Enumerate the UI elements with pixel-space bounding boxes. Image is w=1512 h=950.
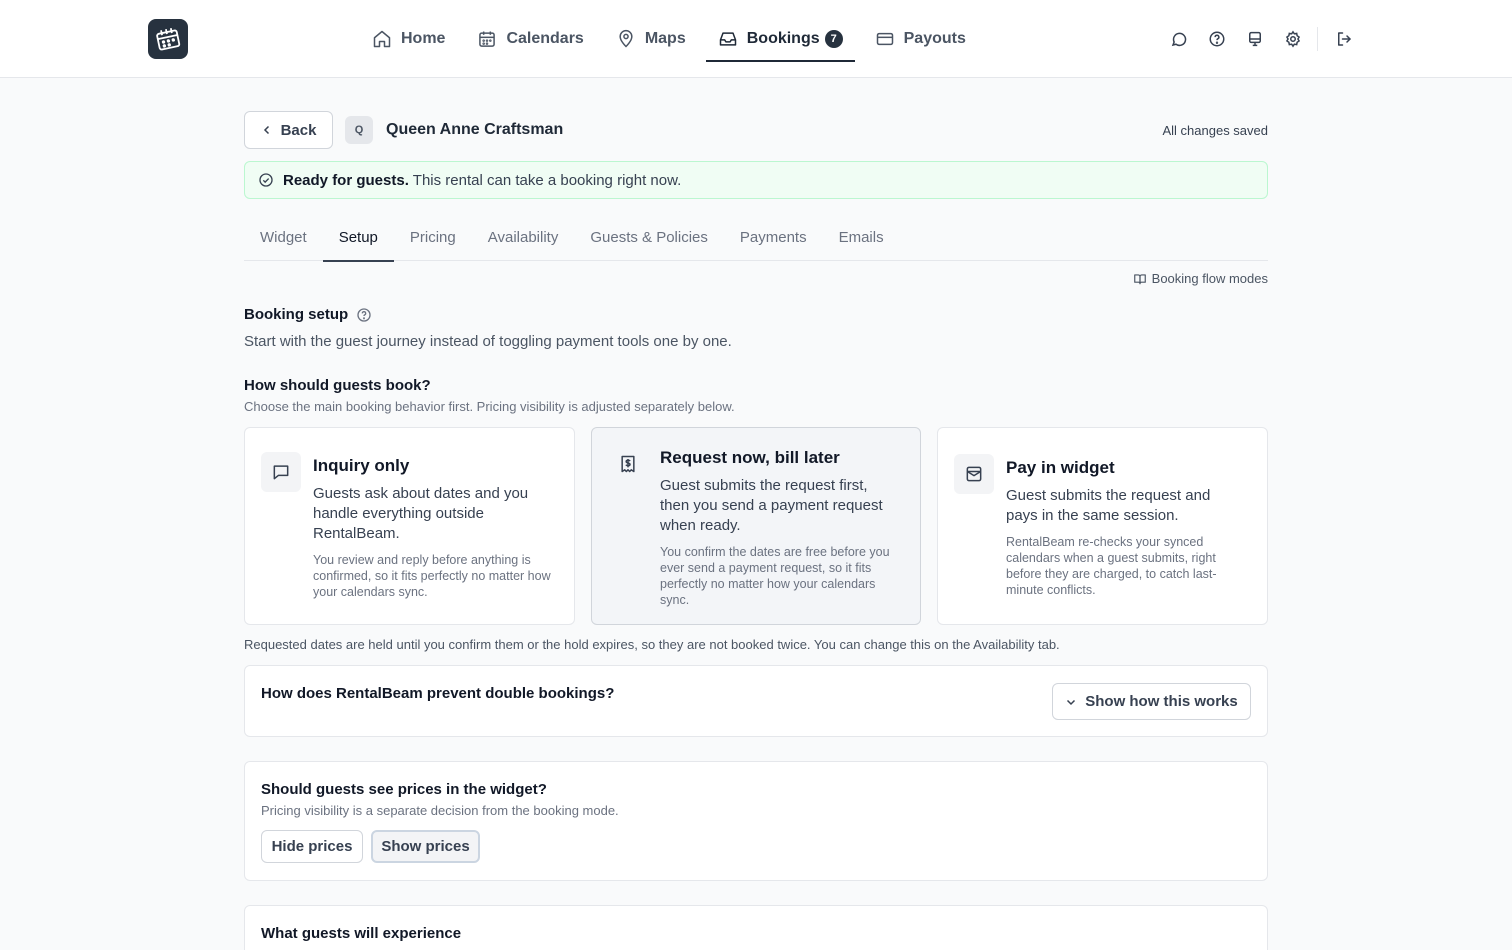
nav-item-maps[interactable]: Maps [604, 0, 698, 78]
tab-payments[interactable]: Payments [724, 213, 823, 261]
settings-tabs: Widget Setup Pricing Availability Guests… [244, 213, 1268, 262]
nav-item-home[interactable]: Home [360, 0, 457, 78]
top-navigation-bar: Home Calendars Maps Bookings 7 Payouts [0, 0, 1512, 78]
nav-label: Bookings [746, 30, 820, 47]
date-hold-note: Requested dates are held until you confi… [244, 637, 1060, 652]
option-card-request-now-bill-later[interactable]: Request now, bill later Guest submits th… [591, 427, 921, 625]
inbox-icon [719, 32, 736, 46]
nav-label: Calendars [506, 30, 584, 47]
option-title: Request now, bill later [660, 448, 840, 467]
booking-setup-title: Booking setup [244, 306, 372, 323]
chat-icon[interactable] [1167, 27, 1191, 51]
calendar-icon [479, 31, 496, 47]
tab-availability[interactable]: Availability [472, 213, 575, 261]
message-square-icon [261, 452, 301, 492]
tab-widget[interactable]: Widget [244, 213, 323, 261]
back-label: Back [280, 121, 317, 139]
flow-link-label: Booking flow modes [1151, 271, 1268, 286]
tab-guests-policies[interactable]: Guests & Policies [574, 213, 724, 261]
option-note: You confirm the dates are free before yo… [660, 545, 890, 607]
book-open-icon [1133, 273, 1146, 284]
option-description: Guest submits the request first, then yo… [660, 477, 883, 534]
tab-pricing[interactable]: Pricing [394, 213, 472, 261]
calendar-logo-icon [156, 27, 181, 51]
panel-title: Should guests see prices in the widget? [261, 781, 547, 798]
app-logo[interactable] [148, 19, 188, 59]
logout-icon[interactable] [1332, 27, 1356, 51]
monitor-icon[interactable] [1243, 27, 1267, 51]
wallet-icon [954, 454, 994, 494]
panel-title: What guests will experience [261, 925, 462, 942]
home-icon [373, 30, 391, 48]
option-title: Inquiry only [313, 456, 410, 475]
help-icon[interactable] [1205, 27, 1229, 51]
button-label: Show how this works [1085, 693, 1238, 710]
option-note: RentalBeam re-checks your synced calenda… [1006, 535, 1217, 597]
chevron-down-icon [1067, 699, 1076, 705]
back-button[interactable]: Back [244, 111, 333, 149]
option-description: Guests ask about dates and you handle ev… [313, 485, 529, 542]
panel-subtitle: Pricing visibility is a separate decisio… [261, 803, 619, 818]
nav-item-bookings[interactable]: Bookings 7 [705, 0, 855, 78]
ready-banner: Ready for guests. This rental can take a… [244, 161, 1268, 199]
chevron-left-icon [263, 125, 269, 135]
tab-setup[interactable]: Setup [322, 213, 395, 262]
check-circle-icon [259, 173, 273, 187]
option-card-inquiry-only[interactable]: Inquiry only Guests ask about dates and … [244, 427, 575, 625]
option-title: Pay in widget [1006, 458, 1115, 477]
nav-label: Home [401, 30, 446, 47]
property-name: Queen Anne Craftsman [386, 121, 564, 138]
show-prices-button[interactable]: Show prices [371, 830, 480, 863]
gear-icon[interactable] [1281, 27, 1305, 51]
hide-prices-button[interactable]: Hide prices [261, 830, 363, 863]
top-right-actions [1153, 27, 1356, 51]
price-visibility-panel: Should guests see prices in the widget? … [244, 761, 1268, 881]
option-description: Guest submits the request and pays in th… [1006, 487, 1211, 524]
booking-flow-modes-link[interactable]: Booking flow modes [1133, 271, 1268, 286]
credit-card-icon [876, 32, 893, 46]
booking-setup-subtitle: Start with the guest journey instead of … [244, 333, 732, 350]
booking-question-help: Choose the main booking behavior first. … [244, 399, 735, 414]
option-card-pay-in-widget[interactable]: Pay in widget Guest submits the request … [937, 427, 1268, 625]
show-how-this-works-button[interactable]: Show how this works [1052, 683, 1251, 720]
nav-label: Maps [644, 30, 686, 47]
tab-emails[interactable]: Emails [823, 213, 900, 261]
double-booking-panel: How does RentalBeam prevent double booki… [244, 665, 1268, 737]
booking-question: How should guests book? [244, 377, 431, 394]
receipt-dollar-icon [608, 444, 648, 484]
bookings-count-badge: 7 [824, 30, 843, 48]
nav-item-calendars[interactable]: Calendars [465, 0, 595, 78]
nav-label: Payouts [903, 30, 966, 47]
section-heading: Booking setup [244, 306, 349, 323]
ready-text: Ready for guests. This rental can take a… [283, 172, 681, 189]
save-status: All changes saved [1162, 123, 1268, 138]
panel-title: How does RentalBeam prevent double booki… [261, 685, 615, 702]
divider [1317, 27, 1318, 51]
main-nav: Home Calendars Maps Bookings 7 Payouts [360, 0, 986, 78]
guest-experience-panel: What guests will experience [244, 905, 1268, 950]
property-avatar: Q [345, 116, 373, 144]
option-note: You review and reply before anything is … [313, 553, 551, 599]
help-icon[interactable] [356, 307, 372, 323]
ready-message: This rental can take a booking right now… [412, 171, 682, 189]
ready-strong: Ready for guests. [283, 171, 409, 189]
nav-item-payouts[interactable]: Payouts [863, 0, 978, 78]
map-pin-icon [619, 29, 633, 48]
